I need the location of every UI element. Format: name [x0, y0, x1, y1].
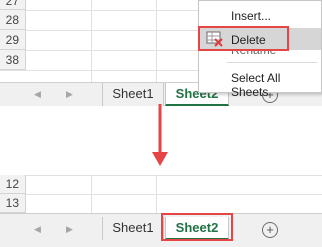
bottom-spreadsheet-area: 12 13	[0, 175, 322, 213]
delete-highlight-box	[198, 26, 289, 51]
scroll-right-icon[interactable]: ▶	[66, 89, 73, 100]
row-header[interactable]: 13	[0, 194, 26, 213]
row-header[interactable]: 29	[0, 30, 26, 50]
row-number: 29	[5, 33, 19, 47]
menu-item-label: Select All Sheets	[231, 71, 281, 99]
row-number: 13	[5, 196, 19, 210]
add-sheet-icon[interactable]: +	[262, 222, 278, 238]
row-header[interactable]: 12	[0, 175, 26, 194]
row-number: 38	[5, 53, 19, 67]
menu-item-label: Insert...	[231, 9, 272, 23]
tab-sheet1[interactable]: Sheet1	[102, 217, 164, 240]
scroll-right-icon[interactable]: ▶	[66, 224, 73, 235]
row-number: 27	[5, 0, 19, 8]
tab-label: Sheet1	[112, 86, 154, 101]
tab-label: Sheet1	[112, 220, 154, 235]
menu-item-select-all-sheets[interactable]: Select All Sheets	[199, 67, 321, 99]
menu-item-insert[interactable]: Insert...	[199, 5, 321, 27]
row-header[interactable]: 27	[0, 0, 26, 10]
sheet2-highlight-box	[161, 213, 233, 241]
scroll-left-icon[interactable]: ◀	[34, 224, 41, 235]
row-number: 28	[5, 13, 19, 27]
menu-separator	[227, 62, 317, 63]
row-header[interactable]: 28	[0, 10, 26, 30]
row-header[interactable]: 38	[0, 50, 26, 70]
row-number: 12	[5, 177, 19, 191]
scroll-left-icon[interactable]: ◀	[34, 89, 41, 100]
tab-sheet1[interactable]: Sheet1	[102, 83, 164, 106]
down-arrow-icon	[152, 104, 168, 166]
